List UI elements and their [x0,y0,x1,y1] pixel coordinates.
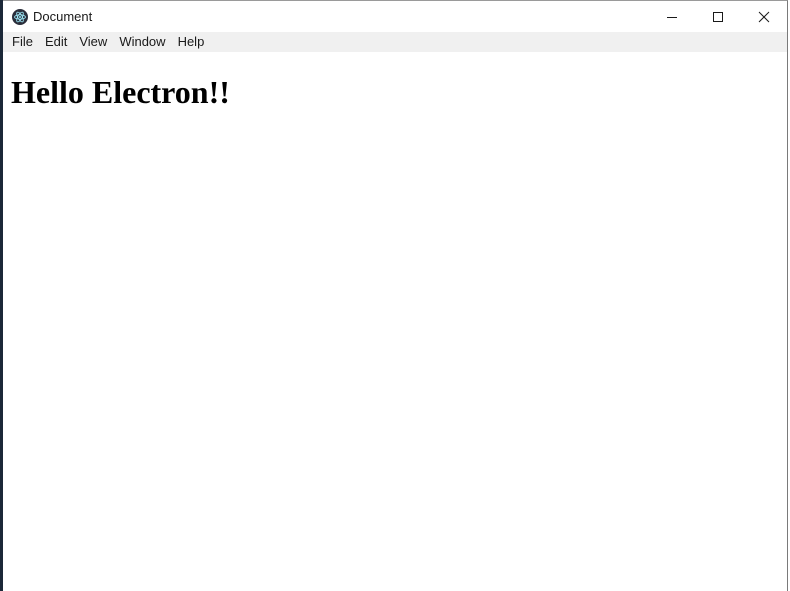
maximize-icon [713,11,723,22]
app-window: Document File Edit View Window Help Hell… [3,0,788,591]
menu-help[interactable]: Help [172,32,211,52]
minimize-icon [667,16,677,18]
minimize-button[interactable] [649,1,695,32]
electron-atom-icon [12,8,28,25]
page-heading: Hello Electron!! [11,74,230,110]
maximize-button[interactable] [695,1,741,32]
close-icon [758,11,770,22]
menu-bar: File Edit View Window Help [3,32,787,52]
menu-file[interactable]: File [6,32,39,52]
menu-edit[interactable]: Edit [39,32,73,52]
close-button[interactable] [741,1,787,32]
title-bar[interactable]: Document [3,1,787,32]
page-content: Hello Electron!! [3,52,787,110]
window-title: Document [33,9,93,24]
caption-buttons [649,1,787,32]
menu-view[interactable]: View [73,32,113,52]
menu-window[interactable]: Window [113,32,171,52]
